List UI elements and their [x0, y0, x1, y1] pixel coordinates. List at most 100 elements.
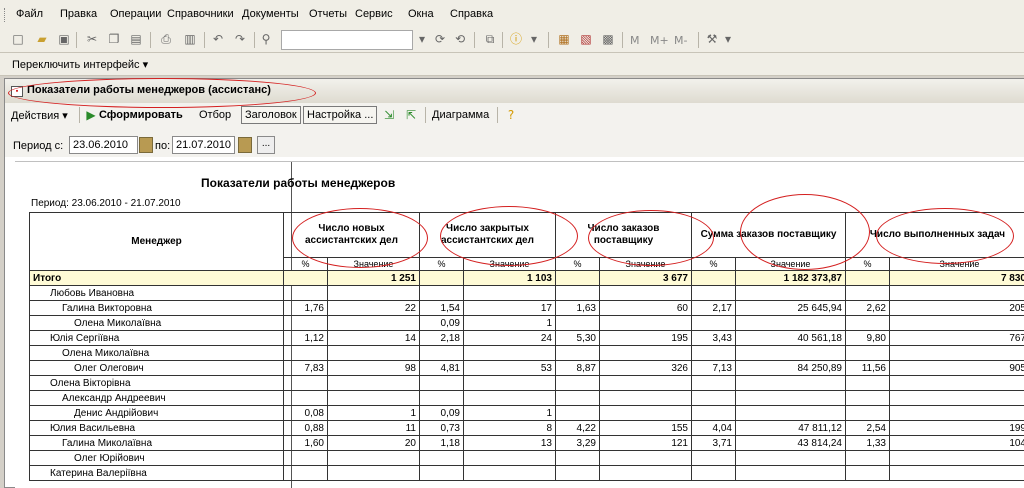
menu-reports[interactable]: Отчеты	[309, 8, 347, 20]
value-cell	[556, 406, 600, 421]
chart-button[interactable]: Диаграмма	[432, 109, 489, 121]
find-icon[interactable]: ⚲	[258, 31, 274, 47]
manager-name-cell: Олег Олегович	[30, 361, 284, 376]
search-dropdown-icon[interactable]: ▾	[414, 31, 430, 47]
windows-icon[interactable]: ⧉	[482, 31, 498, 47]
table-row: Галина Викторовна1,76221,54171,63602,172…	[30, 301, 1024, 316]
manager-name-cell: Юлія Сергіївна	[30, 331, 284, 346]
help-icon[interactable]: ?	[503, 107, 519, 123]
value-cell	[890, 376, 1024, 391]
switch-interface-button[interactable]: Переключить интерфейс ▾	[12, 58, 148, 71]
value-cell	[284, 391, 328, 406]
info-icon[interactable]: ⓘ	[508, 31, 524, 47]
manager-name-cell: Галина Викторовна	[30, 301, 284, 316]
cut-icon[interactable]: ✂	[84, 31, 100, 47]
menu-documents[interactable]: Документы	[242, 8, 299, 20]
menu-edit[interactable]: Правка	[60, 8, 97, 20]
print-icon[interactable]: ⎙	[158, 31, 174, 47]
copy-icon[interactable]: ❐	[106, 31, 122, 47]
calendar-icon[interactable]: ▧	[578, 31, 594, 47]
manager-column-header: Менеджер	[30, 213, 284, 271]
search-input[interactable]	[281, 30, 413, 50]
tools-dropdown-icon[interactable]: ▾	[720, 31, 736, 47]
table-icon[interactable]: ▩	[600, 31, 616, 47]
value-cell	[420, 451, 464, 466]
value-cell: 43 814,24	[736, 436, 846, 451]
menu-operations[interactable]: Операции	[110, 8, 161, 20]
period-from-input[interactable]: 23.06.2010	[69, 136, 138, 154]
undo-icon[interactable]: ↶	[210, 31, 226, 47]
value-cell: 24	[464, 331, 556, 346]
total-cell	[556, 271, 600, 286]
restore-settings-icon[interactable]: ⇱	[403, 107, 419, 123]
menu-help[interactable]: Справка	[450, 8, 493, 20]
preview-icon[interactable]: ▥	[182, 31, 198, 47]
paste-icon[interactable]: ▤	[128, 31, 144, 47]
value-cell	[328, 316, 420, 331]
calendar-icon[interactable]	[139, 137, 153, 153]
value-cell: 767	[890, 331, 1024, 346]
value-cell: 0,09	[420, 316, 464, 331]
calculator-icon[interactable]: ▦	[556, 31, 572, 47]
filter-button[interactable]: Отбор	[199, 109, 231, 121]
play-icon: ▶	[83, 107, 99, 123]
value-cell	[464, 451, 556, 466]
value-cell	[692, 406, 736, 421]
period-panel: Период с: 23.06.2010 по: 21.07.2010 ...	[5, 127, 1024, 157]
value-cell: 11	[328, 421, 420, 436]
value-cell: 4,22	[556, 421, 600, 436]
open-folder-icon[interactable]: ▰	[34, 31, 50, 47]
pct-subheader: %	[692, 258, 736, 271]
save-icon[interactable]: ▣	[56, 31, 72, 47]
report-title: Показатели работы менеджеров	[201, 176, 395, 190]
memory-m-button[interactable]: M	[630, 34, 640, 47]
value-cell	[464, 391, 556, 406]
menu-windows[interactable]: Окна	[408, 8, 434, 20]
value-cell	[846, 346, 890, 361]
memory-minus-button[interactable]: M-	[674, 34, 687, 47]
period-select-button[interactable]: ...	[257, 136, 275, 154]
memory-plus-button[interactable]: M+	[650, 34, 669, 47]
value-cell	[600, 451, 692, 466]
generate-button[interactable]: Сформировать	[99, 109, 183, 121]
new-icon[interactable]: □	[10, 31, 26, 47]
menu-references[interactable]: Справочники	[167, 8, 234, 20]
table-row: Галина Миколаївна1,60201,18133,291213,71…	[30, 436, 1024, 451]
total-label: Итого	[30, 271, 284, 286]
value-cell	[736, 346, 846, 361]
value-cell	[420, 391, 464, 406]
pct-subheader: %	[846, 258, 890, 271]
value-cell	[420, 286, 464, 301]
value-cell	[846, 466, 890, 481]
save-settings-icon[interactable]: ⇲	[381, 107, 397, 123]
info-dropdown-icon[interactable]: ▾	[526, 31, 542, 47]
value-cell: 1,60	[284, 436, 328, 451]
settings-button[interactable]: Настройка ...	[303, 106, 377, 124]
value-cell: 25 645,94	[736, 301, 846, 316]
value-cell	[890, 406, 1024, 421]
value-cell	[846, 376, 890, 391]
value-cell: 326	[600, 361, 692, 376]
total-cell: 3 677	[600, 271, 692, 286]
menu-service[interactable]: Сервис	[355, 8, 393, 20]
find-prev-icon[interactable]: ⟲	[452, 31, 468, 47]
manager-name-cell: Олена Миколаївна	[30, 346, 284, 361]
period-to-input[interactable]: 21.07.2010	[172, 136, 235, 154]
actions-menu[interactable]: Действия ▾	[11, 109, 68, 122]
redo-icon[interactable]: ↷	[232, 31, 248, 47]
value-cell	[420, 346, 464, 361]
header-button[interactable]: Заголовок	[241, 106, 301, 124]
value-cell	[328, 376, 420, 391]
calendar-icon[interactable]	[238, 137, 252, 153]
value-cell: 2,17	[692, 301, 736, 316]
value-cell	[328, 346, 420, 361]
tools-icon[interactable]: ⚒	[704, 31, 720, 47]
find-next-icon[interactable]: ⟳	[432, 31, 448, 47]
group-header: Число заказов поставщику	[556, 213, 692, 258]
value-cell: 1,12	[284, 331, 328, 346]
value-cell	[736, 451, 846, 466]
value-cell	[420, 466, 464, 481]
menu-file[interactable]: Файл	[16, 8, 43, 20]
table-row: Юлія Сергіївна1,12142,18245,301953,4340 …	[30, 331, 1024, 346]
table-row: Денис Андрійович0,0810,091	[30, 406, 1024, 421]
